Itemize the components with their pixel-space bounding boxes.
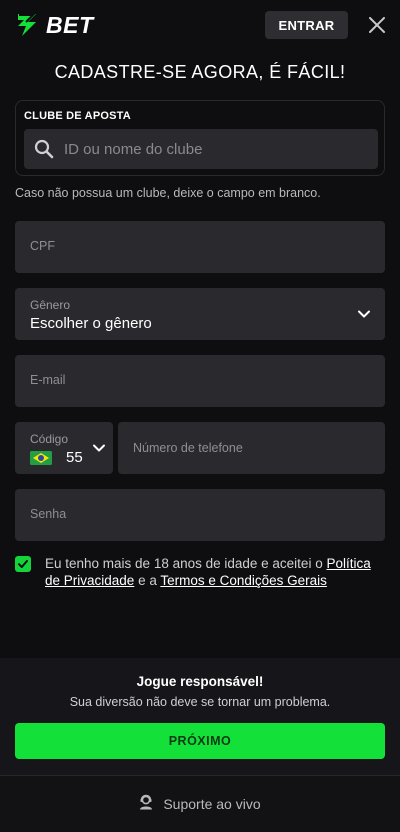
terms-text: Eu tenho mais de 18 anos de idade e acei… [45, 555, 385, 589]
check-icon [18, 560, 28, 568]
terms-conditions-link[interactable]: Termos e Condições Gerais [160, 573, 327, 588]
terms-checkbox[interactable] [15, 556, 31, 572]
code-value: 55 [66, 449, 83, 466]
support-label: Suporte ao vivo [163, 796, 261, 812]
login-button[interactable]: ENTRAR [265, 11, 348, 39]
password-placeholder: Senha [30, 507, 67, 521]
phone-field[interactable]: Número de telefone [118, 422, 385, 474]
logo[interactable]: BET [14, 11, 94, 39]
club-label: CLUBE DE APOSTA [24, 110, 131, 122]
responsible-subtitle: Sua diversão não deve se tornar um probl… [69, 695, 331, 709]
page-title: CADASTRE-SE AGORA, É FÁCIL! [54, 62, 346, 82]
email-field[interactable]: E-mail [15, 355, 385, 407]
next-button[interactable]: PRÓXIMO [15, 723, 385, 759]
terms-text-prefix: Eu tenho mais de 18 anos de idade e acei… [45, 556, 327, 571]
phone-placeholder: Número de telefone [133, 441, 243, 455]
logo-mark-icon [14, 11, 40, 39]
gender-select[interactable]: Gênero Escolher o gênero [15, 288, 385, 340]
country-code-select[interactable]: Código 55 [15, 422, 113, 474]
brazil-flag-icon [30, 451, 52, 470]
header: BET ENTRAR [0, 0, 400, 50]
club-search-input[interactable] [64, 129, 364, 169]
logo-text: BET [46, 11, 94, 38]
chevron-down-icon [357, 307, 371, 326]
email-placeholder: E-mail [30, 373, 66, 387]
search-icon [34, 139, 54, 164]
cpf-placeholder: CPF [30, 239, 55, 253]
gender-label: Gênero [30, 298, 71, 312]
club-section: CLUBE DE APOSTA [15, 100, 385, 176]
chevron-down-icon [92, 441, 106, 460]
gender-value: Escolher o gênero [30, 315, 152, 332]
terms-text-middle: e a [134, 573, 161, 588]
live-support-button[interactable]: Suporte ao vivo [0, 776, 400, 832]
password-field[interactable]: Senha [15, 489, 385, 541]
signup-page: BET ENTRAR CADASTRE-SE AGORA, É FÁCIL! C… [0, 0, 400, 832]
close-icon[interactable] [366, 14, 388, 36]
responsible-gaming-panel: Jogue responsável! Sua diversão não deve… [0, 658, 400, 775]
cpf-field[interactable]: CPF [15, 221, 385, 273]
code-label: Código [30, 432, 69, 446]
club-hint: Caso não possua um clube, deixe o campo … [15, 186, 321, 200]
responsible-title: Jogue responsável! [136, 674, 264, 689]
support-agent-icon [139, 794, 153, 815]
club-search-field[interactable] [24, 129, 378, 169]
